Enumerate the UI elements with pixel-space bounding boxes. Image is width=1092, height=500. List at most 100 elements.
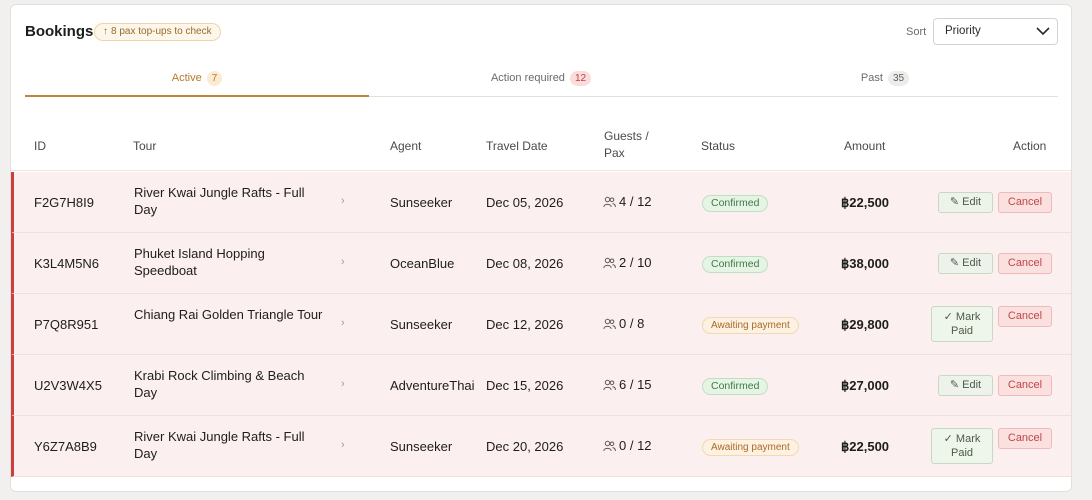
col-guests: Guests / Pax	[604, 128, 649, 162]
edit-label: Edit	[962, 257, 982, 269]
pencil-icon: ✎	[949, 379, 960, 391]
chevron-right-icon[interactable]: ›	[341, 376, 345, 393]
tour-name: River Kwai Jungle Rafts - Full Day	[134, 185, 305, 217]
tab-label: Active	[171, 72, 202, 84]
sort-select[interactable]: Priority	[933, 18, 1058, 45]
col-status: Status	[701, 139, 736, 153]
cancel-button[interactable]: Cancel	[998, 253, 1052, 274]
sort-label: Sort	[906, 26, 927, 38]
users-icon	[603, 318, 616, 329]
table-row[interactable]: K3L4M5N6 Phuket Island Hopping Speedboat…	[11, 233, 1071, 294]
status-badge: Confirmed	[702, 378, 769, 395]
tab-label: Action required	[490, 72, 565, 84]
mark-paid-line1: ✓ Mark	[943, 433, 981, 445]
users-icon	[603, 196, 616, 207]
edit-label: Edit	[962, 196, 982, 208]
users-icon	[603, 379, 616, 390]
travel-date: Dec 20, 2026	[486, 439, 564, 454]
booking-id: U2V3W4X5	[34, 378, 102, 393]
travel-date: Dec 15, 2026	[486, 378, 564, 393]
booking-amount: ฿29,800	[841, 317, 890, 332]
col-tour: Tour	[133, 139, 157, 153]
tab-count-badge: 7	[206, 71, 223, 86]
chevron-right-icon[interactable]: ›	[341, 315, 345, 332]
guests-pax: 4 / 12	[603, 193, 652, 210]
col-action: Action	[1013, 139, 1047, 153]
guests-value: 0 / 8	[619, 316, 645, 331]
tab-count-badge: 35	[887, 71, 910, 86]
table-row[interactable]: U2V3W4X5 Krabi Rock Climbing & Beach Day…	[11, 355, 1071, 416]
travel-date: Dec 08, 2026	[486, 256, 564, 271]
guests-pax: 2 / 10	[603, 254, 652, 271]
tab-action-required[interactable]: Action required 12	[369, 65, 713, 97]
bookings-card: Bookings ↑ 8 pax top-ups to check Sort Pr…	[10, 4, 1072, 492]
pax-topup-notice[interactable]: ↑ 8 pax top-ups to check	[94, 23, 221, 41]
table-header: ID Tour Agent Travel Date Guests / Pax St…	[11, 121, 1071, 171]
table-row[interactable]: P7Q8R951 Chiang Rai Golden Triangle Tour…	[11, 294, 1071, 355]
tab-past[interactable]: Past 35	[713, 65, 1057, 97]
guests-pax: 0 / 12	[603, 437, 652, 454]
mark-paid-line2: Paid	[950, 325, 974, 337]
mark-paid-button[interactable]: ✓ Mark Paid	[931, 428, 993, 464]
col-agent: Agent	[390, 139, 422, 153]
booking-amount: ฿38,000	[841, 256, 890, 271]
guests-pax: 6 / 15	[603, 376, 652, 393]
tab-active[interactable]: Active 7	[25, 65, 369, 97]
agent-name: Sunseeker	[390, 439, 453, 454]
guests-value: 6 / 15	[619, 377, 652, 392]
booking-amount: ฿27,000	[841, 378, 890, 393]
booking-amount: ฿22,500	[841, 195, 890, 210]
guests-value: 4 / 12	[619, 194, 652, 209]
chevron-right-icon[interactable]: ›	[341, 437, 345, 454]
agent-name: OceanBlue	[390, 256, 455, 271]
chevron-down-icon	[1036, 27, 1050, 36]
guests-value: 0 / 12	[619, 438, 652, 453]
sort-value: Priority	[945, 25, 981, 37]
cancel-button[interactable]: Cancel	[998, 192, 1052, 213]
guests-value: 2 / 10	[619, 255, 652, 270]
mark-paid-button[interactable]: ✓ Mark Paid	[931, 306, 993, 342]
col-amount: Amount	[844, 139, 886, 153]
tour-name: Krabi Rock Climbing & Beach Day	[134, 368, 305, 400]
edit-button[interactable]: ✎ Edit	[938, 253, 993, 274]
booking-id: K3L4M5N6	[34, 256, 100, 271]
col-id: ID	[34, 139, 46, 153]
booking-id: Y6Z7A8B9	[34, 439, 97, 454]
agent-name: Sunseeker	[390, 317, 453, 332]
status-badge: Confirmed	[702, 195, 769, 212]
agent-name: Sunseeker	[390, 195, 453, 210]
edit-label: Edit	[962, 379, 982, 391]
status-badge: Confirmed	[702, 256, 769, 273]
chevron-right-icon[interactable]: ›	[341, 254, 345, 271]
tour-name: Phuket Island Hopping Speedboat	[134, 246, 265, 278]
col-travel-date: Travel Date	[486, 139, 548, 153]
table-row[interactable]: F2G7H8I9 River Kwai Jungle Rafts - Full …	[11, 172, 1071, 233]
col-guests-line1: Guests /	[604, 129, 649, 143]
agent-name: AdventureThai	[390, 378, 475, 393]
mark-paid-line1: ✓ Mark	[943, 311, 981, 323]
cancel-button[interactable]: Cancel	[998, 306, 1052, 327]
guests-pax: 0 / 8	[603, 315, 644, 332]
edit-button[interactable]: ✎ Edit	[938, 192, 993, 213]
card-header: Bookings ↑ 8 pax top-ups to check Sort Pr…	[11, 5, 1071, 61]
cancel-button[interactable]: Cancel	[998, 375, 1052, 396]
chevron-right-icon[interactable]: ›	[341, 193, 345, 210]
users-icon	[603, 440, 616, 451]
cancel-button[interactable]: Cancel	[998, 428, 1052, 449]
pencil-icon: ✎	[949, 196, 960, 208]
travel-date: Dec 05, 2026	[486, 195, 564, 210]
col-guests-line2: Pax	[604, 146, 625, 160]
notice-text: 8 pax top-ups to check	[111, 26, 212, 37]
tab-label: Past	[860, 72, 883, 84]
booking-id: P7Q8R951	[34, 317, 99, 332]
page-title: Bookings	[25, 23, 94, 40]
travel-date: Dec 12, 2026	[486, 317, 564, 332]
edit-button[interactable]: ✎ Edit	[938, 375, 993, 396]
mark-paid-line2: Paid	[950, 447, 974, 459]
booking-amount: ฿22,500	[841, 439, 890, 454]
tour-name: River Kwai Jungle Rafts - Full Day	[134, 429, 305, 461]
table-row[interactable]: Y6Z7A8B9 River Kwai Jungle Rafts - Full …	[11, 416, 1071, 477]
status-badge: Awaiting payment	[702, 439, 799, 456]
tour-name: Chiang Rai Golden Triangle Tour	[134, 307, 323, 322]
status-badge: Awaiting payment	[702, 317, 799, 334]
